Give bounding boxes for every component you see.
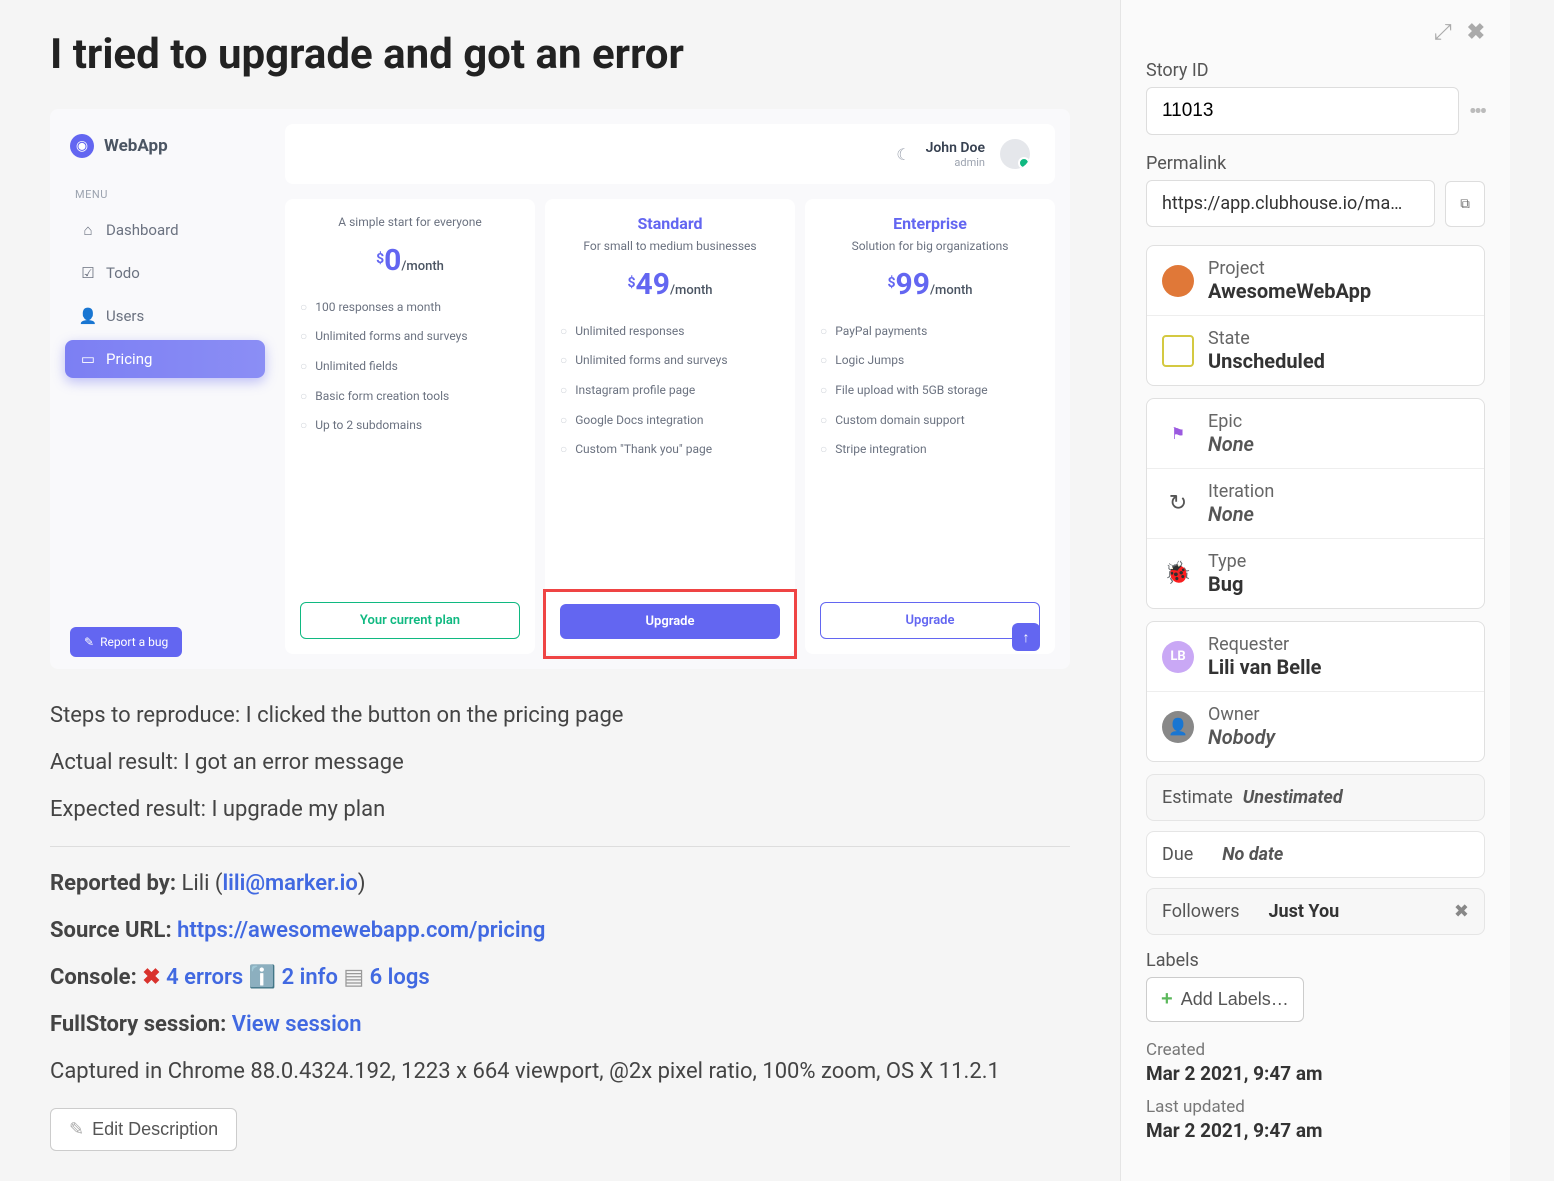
iteration-field[interactable]: ↻ IterationNone [1147, 468, 1484, 538]
story-id-label: Story ID [1146, 60, 1485, 81]
edit-description-button[interactable]: ✎Edit Description [50, 1108, 237, 1151]
user-icon: 👤 [80, 308, 96, 324]
story-title[interactable]: I tried to upgrade and got an error [50, 30, 1070, 79]
logs-link[interactable]: 6 logs [370, 965, 430, 990]
moon-icon: ☾ [896, 145, 910, 164]
avatar [1000, 139, 1030, 169]
edit-icon: ✎ [84, 635, 94, 649]
details-sidebar: ⤢ ✖ Story ID ••• Permalink https://app.c… [1120, 0, 1510, 1181]
bug-icon: 🐞 [1162, 558, 1194, 590]
story-id-input[interactable] [1146, 87, 1459, 135]
actual-result: Actual result: I got an error message [50, 746, 1070, 779]
card-icon: ▭ [80, 351, 96, 367]
plan-standard: Standard For small to medium businesses … [545, 199, 795, 654]
expand-icon[interactable]: ⤢ [1434, 20, 1452, 45]
screenshot-sidebar: ◉ WebApp MENU ⌂Dashboard ☑Todo 👤Users ▭P… [65, 124, 265, 654]
info-icon: ℹ️ [249, 965, 276, 990]
labels-heading: Labels [1146, 950, 1485, 971]
estimate-field[interactable]: Estimate Unestimated [1147, 775, 1484, 820]
attached-screenshot[interactable]: ◉ WebApp MENU ⌂Dashboard ☑Todo 👤Users ▭P… [50, 109, 1070, 669]
remove-follower-icon[interactable]: ✖ [1454, 901, 1469, 922]
state-field[interactable]: StateUnscheduled [1147, 315, 1484, 385]
owner-avatar: 👤 [1162, 711, 1194, 743]
menu-item-todo: ☑Todo [65, 254, 265, 292]
report-bug-button: ✎Report a bug [70, 627, 182, 657]
requester-avatar: LB [1162, 641, 1194, 673]
divider [50, 846, 1070, 847]
plan-free: A simple start for everyone $0/month 100… [285, 199, 535, 654]
permalink-label: Permalink [1146, 153, 1485, 174]
errors-link[interactable]: 4 errors [166, 965, 243, 990]
fullstory-line: FullStory session: View session [50, 1008, 1070, 1041]
iteration-icon: ↻ [1162, 488, 1194, 520]
epic-field[interactable]: ⚑ EpicNone [1147, 399, 1484, 468]
source-url-link[interactable]: https://awesomewebapp.com/pricing [177, 918, 545, 943]
menu-item-pricing: ▭Pricing [65, 340, 265, 378]
created-label: Created [1146, 1040, 1485, 1060]
updated-label: Last updated [1146, 1097, 1485, 1117]
current-plan-button: Your current plan [300, 602, 520, 639]
cross-icon: ✖ [142, 965, 160, 990]
fullstory-link[interactable]: View session [232, 1012, 362, 1037]
permalink-input[interactable]: https://app.clubhouse.io/ma… [1146, 180, 1435, 227]
home-icon: ⌂ [80, 222, 96, 238]
type-field[interactable]: 🐞 TypeBug [1147, 538, 1484, 608]
copy-icon: ⧉ [1460, 196, 1470, 212]
logo-icon: ◉ [70, 134, 94, 158]
pricing-plans: A simple start for everyone $0/month 100… [285, 199, 1055, 654]
scroll-top-button: ↑ [1012, 623, 1040, 651]
upgrade-button-enterprise: Upgrade [820, 602, 1040, 639]
owner-field[interactable]: 👤 OwnerNobody [1147, 691, 1484, 761]
updated-timestamp: Mar 2 2021, 9:47 am [1146, 1119, 1485, 1142]
menu-section-label: MENU [65, 188, 265, 201]
plus-icon: + [1161, 988, 1173, 1011]
epic-icon: ⚑ [1162, 418, 1194, 450]
steps-to-reproduce: Steps to reproduce: I clicked the button… [50, 699, 1070, 732]
log-icon: ▤ [343, 965, 364, 990]
checkbox-icon: ☑ [80, 265, 96, 281]
app-logo: ◉ WebApp [65, 124, 265, 168]
close-icon[interactable]: ✖ [1467, 20, 1485, 45]
source-url: Source URL: https://awesomewebapp.com/pr… [50, 914, 1070, 947]
project-field[interactable]: ProjectAwesomeWebApp [1147, 246, 1484, 315]
menu-item-users: 👤Users [65, 297, 265, 335]
followers-field[interactable]: Followers Just You✖ [1147, 889, 1484, 934]
console-line: Console: ✖ 4 errors ℹ️ 2 info ▤ 6 logs [50, 961, 1070, 994]
add-labels-button[interactable]: +Add Labels… [1146, 977, 1304, 1022]
due-field[interactable]: Due No date [1147, 832, 1484, 877]
upgrade-button-standard: Upgrade [560, 604, 780, 639]
created-timestamp: Mar 2 2021, 9:47 am [1146, 1062, 1485, 1085]
requester-field[interactable]: LB RequesterLili van Belle [1147, 622, 1484, 691]
expected-result: Expected result: I upgrade my plan [50, 793, 1070, 826]
state-icon [1162, 335, 1194, 367]
screenshot-header: ☾ John Doe admin [285, 124, 1055, 184]
project-icon [1162, 265, 1194, 297]
more-icon[interactable]: ••• [1469, 99, 1485, 123]
plan-enterprise: Enterprise Solution for big organization… [805, 199, 1055, 654]
menu-item-dashboard: ⌂Dashboard [65, 211, 265, 249]
pencil-icon: ✎ [69, 1119, 84, 1140]
info-link[interactable]: 2 info [282, 965, 338, 990]
reported-by: Reported by: Lili (lili@marker.io) [50, 867, 1070, 900]
reporter-email-link[interactable]: lili@marker.io [222, 871, 357, 896]
captured-info: Captured in Chrome 88.0.4324.192, 1223 x… [50, 1055, 1070, 1088]
copy-permalink-button[interactable]: ⧉ [1445, 181, 1485, 227]
